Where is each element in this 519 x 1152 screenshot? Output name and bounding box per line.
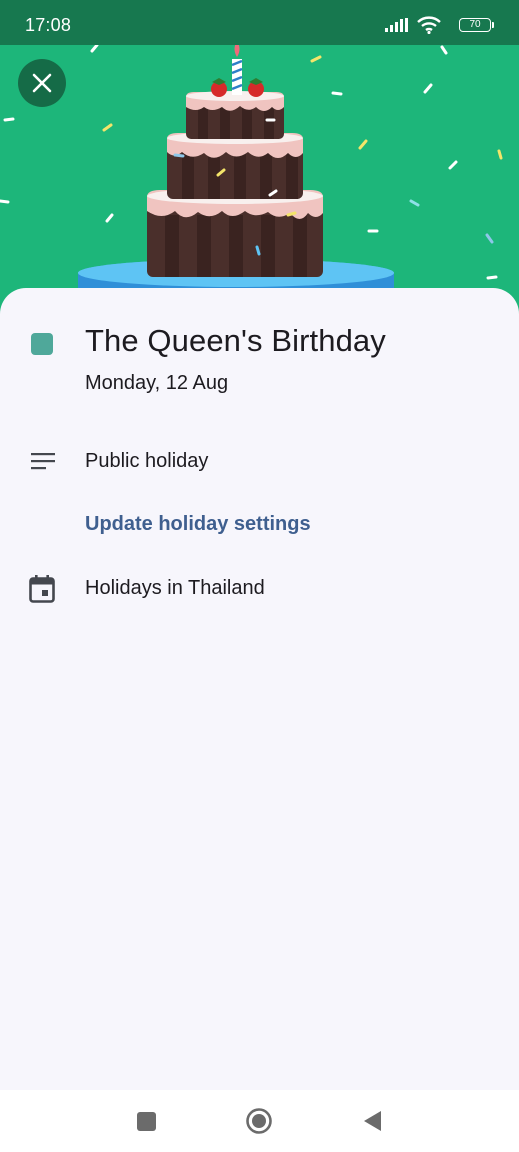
close-button[interactable]	[18, 59, 66, 107]
battery-icon: 70	[459, 18, 494, 32]
event-date: Monday, 12 Aug	[85, 372, 229, 394]
birthday-cake-illustration	[0, 45, 503, 315]
event-type: Public holiday	[85, 450, 209, 472]
event-title: The Queen's Birthday	[85, 323, 386, 358]
update-holiday-settings-link[interactable]: Update holiday settings	[85, 513, 311, 536]
calendar-name: Holidays in Thailand	[85, 577, 265, 599]
close-icon	[32, 73, 52, 93]
status-time: 17:08	[25, 15, 72, 35]
calendar-color-swatch	[31, 333, 53, 355]
navigation-bar	[0, 1090, 519, 1152]
header-illustration	[0, 45, 519, 315]
back-button[interactable]	[361, 1109, 383, 1133]
calendar-icon	[29, 575, 55, 603]
wifi-icon	[417, 16, 441, 34]
recents-button[interactable]	[137, 1112, 156, 1131]
home-button[interactable]	[245, 1107, 273, 1135]
description-icon	[31, 453, 55, 470]
event-details-sheet	[0, 288, 519, 1090]
status-icons: 70	[371, 16, 494, 34]
signal-icon	[385, 18, 408, 32]
status-bar: 17:08 70	[0, 0, 519, 45]
